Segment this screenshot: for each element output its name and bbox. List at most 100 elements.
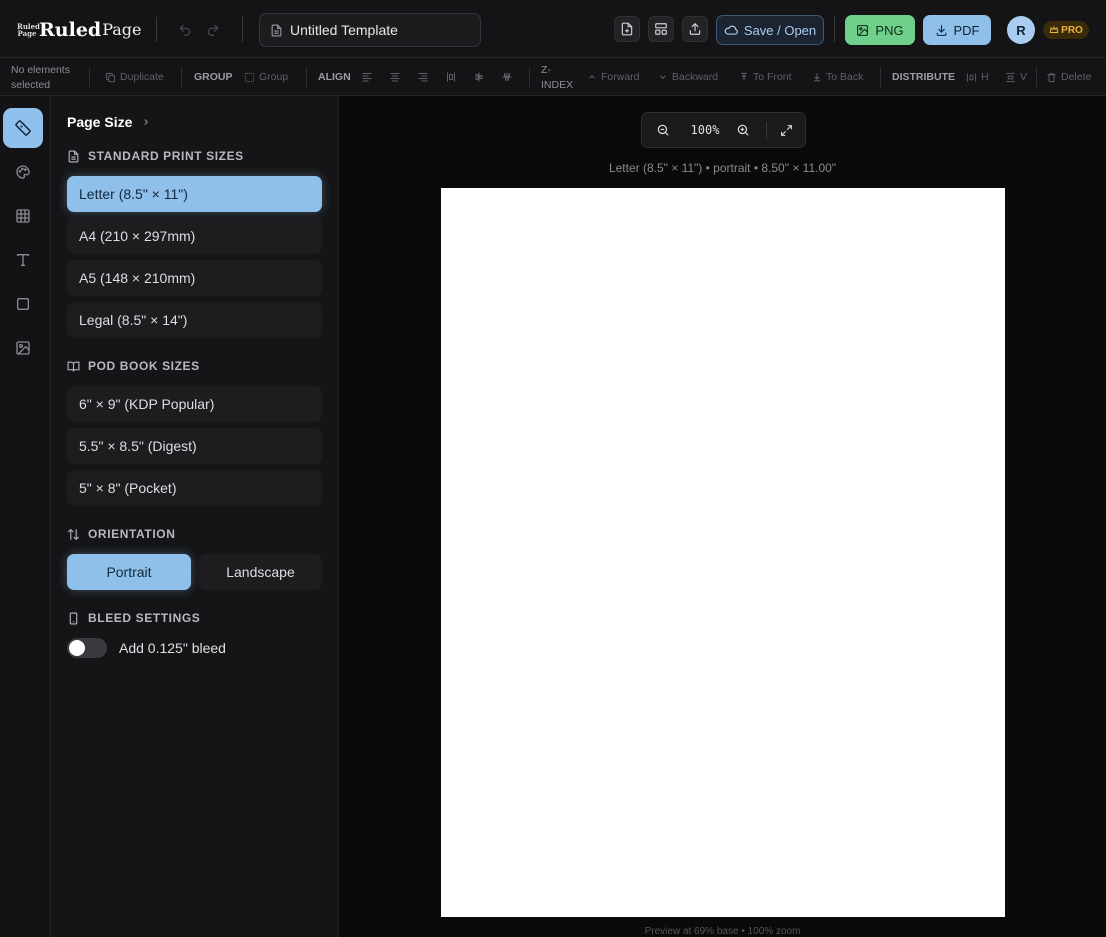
- distribute-horizontal-icon: [966, 72, 977, 82]
- align-center-button[interactable]: [389, 58, 401, 96]
- size-option-digest[interactable]: 5.5" × 8.5" (Digest): [67, 428, 322, 464]
- size-option-pocket[interactable]: 5" × 8" (Pocket): [67, 470, 322, 506]
- orientation-heading: ORIENTATION: [67, 527, 175, 541]
- orientation-landscape-button[interactable]: Landscape: [199, 554, 322, 590]
- chevron-right-icon: [144, 119, 149, 125]
- group-section-label: GROUP: [194, 71, 233, 83]
- distribute-h-button[interactable]: H: [966, 58, 989, 96]
- align-bottom-button[interactable]: [501, 58, 513, 96]
- palette-icon: [16, 165, 30, 179]
- bring-forward-button[interactable]: Forward: [587, 58, 640, 96]
- layout-icon: [655, 23, 667, 35]
- divider: [834, 17, 835, 42]
- to-front-button[interactable]: To Front: [739, 58, 792, 96]
- distribute-v-button[interactable]: V: [1005, 58, 1027, 96]
- divider: [1036, 68, 1037, 87]
- png-label: PNG: [875, 22, 904, 38]
- divider: [156, 17, 157, 42]
- logo-mini: Ruled Page: [17, 22, 40, 38]
- arrow-down-to-line-icon: [814, 73, 820, 82]
- rail-page-size[interactable]: [3, 108, 43, 148]
- divider: [766, 122, 767, 139]
- rail-text[interactable]: [3, 240, 43, 280]
- document-title-field[interactable]: Untitled Template: [259, 13, 481, 47]
- zindex-label-line1: Z-: [541, 64, 551, 76]
- size-option-a5[interactable]: A5 (148 × 210mm): [67, 260, 322, 296]
- file-plus-icon: [621, 22, 633, 36]
- rail-shapes[interactable]: [3, 284, 43, 324]
- zoom-out-button[interactable]: [652, 113, 674, 147]
- orientation-portrait-button[interactable]: Portrait: [67, 554, 191, 590]
- divider: [242, 17, 243, 42]
- new-page-button[interactable]: [614, 16, 640, 42]
- align-right-button[interactable]: [417, 58, 429, 96]
- page-canvas[interactable]: [441, 188, 1005, 917]
- zoom-in-button[interactable]: [732, 113, 754, 147]
- align-top-button[interactable]: [445, 58, 457, 96]
- distribute-vertical-icon: [1006, 72, 1015, 82]
- selection-status-line2: selected: [11, 79, 51, 91]
- distribute-h-label: H: [981, 71, 989, 83]
- ruler-icon: [15, 120, 31, 136]
- zoom-level: 100%: [690, 123, 720, 137]
- copy-icon: [105, 72, 116, 82]
- toggle-knob: [69, 640, 85, 656]
- pdf-label: PDF: [953, 22, 980, 38]
- save-open-label: Save / Open: [743, 22, 817, 38]
- duplicate-label: Duplicate: [120, 71, 164, 83]
- trash-icon: [1047, 72, 1056, 82]
- size-option-a4[interactable]: A4 (210 × 297mm): [67, 218, 322, 254]
- export-pdf-button[interactable]: PDF: [923, 15, 991, 45]
- align-right-icon: [418, 73, 428, 82]
- templates-button[interactable]: [648, 16, 674, 42]
- text-icon: [17, 254, 29, 266]
- size-option-legal[interactable]: Legal (8.5" × 14"): [67, 302, 322, 338]
- size-option-letter[interactable]: Letter (8.5" × 11"): [67, 176, 322, 212]
- pro-badge[interactable]: PRO: [1043, 21, 1089, 39]
- rail-colors[interactable]: [3, 152, 43, 192]
- app-logo[interactable]: Ruled Page Ruled Page: [17, 17, 142, 41]
- undo-button[interactable]: [173, 18, 197, 42]
- element-toolbar: No elements selected Duplicate GROUP Gro…: [0, 58, 1106, 96]
- upload-button[interactable]: [682, 16, 708, 42]
- fullscreen-button[interactable]: [775, 113, 797, 147]
- chevron-up-icon: [589, 75, 595, 79]
- document-icon: [68, 150, 79, 162]
- zindex-section-label: Z- INDEX: [541, 63, 573, 93]
- bleed-toggle[interactable]: [67, 638, 107, 658]
- bleed-heading-text: BLEED SETTINGS: [88, 611, 201, 625]
- align-left-icon: [362, 73, 372, 82]
- pod-sizes-heading-text: POD BOOK SIZES: [88, 359, 200, 373]
- save-open-button[interactable]: Save / Open: [716, 15, 824, 45]
- align-middle-button[interactable]: [473, 58, 485, 96]
- group-label: Group: [259, 71, 289, 83]
- to-back-label: To Back: [826, 71, 864, 83]
- align-top-icon: [447, 72, 455, 82]
- align-center-icon: [390, 73, 400, 82]
- zoom-out-icon: [657, 124, 669, 136]
- group-button[interactable]: Group: [244, 58, 288, 96]
- image-icon: [857, 24, 869, 36]
- preview-note: Preview at 69% base • 100% zoom: [644, 926, 801, 937]
- redo-button[interactable]: [201, 18, 225, 42]
- export-png-button[interactable]: PNG: [845, 15, 915, 45]
- pro-label: PRO: [1061, 24, 1083, 36]
- to-front-label: To Front: [753, 71, 792, 83]
- bleed-toggle-label: Add 0.125" bleed: [119, 640, 226, 656]
- panel-title[interactable]: Page Size: [67, 114, 151, 130]
- image-icon: [16, 341, 30, 355]
- redo-icon: [207, 24, 219, 36]
- rail-images[interactable]: [3, 328, 43, 368]
- duplicate-button[interactable]: Duplicate: [105, 58, 164, 96]
- download-icon: [936, 24, 946, 36]
- align-left-button[interactable]: [361, 58, 373, 96]
- avatar[interactable]: R: [1007, 16, 1035, 44]
- selection-status: No elements selected: [11, 63, 70, 93]
- zindex-label-line2: INDEX: [541, 79, 574, 91]
- rail-grid[interactable]: [3, 196, 43, 236]
- delete-button[interactable]: Delete: [1046, 58, 1091, 96]
- divider: [880, 68, 881, 87]
- size-option-6x9[interactable]: 6" × 9" (KDP Popular): [67, 386, 322, 422]
- send-backward-button[interactable]: Backward: [658, 58, 718, 96]
- to-back-button[interactable]: To Back: [812, 58, 863, 96]
